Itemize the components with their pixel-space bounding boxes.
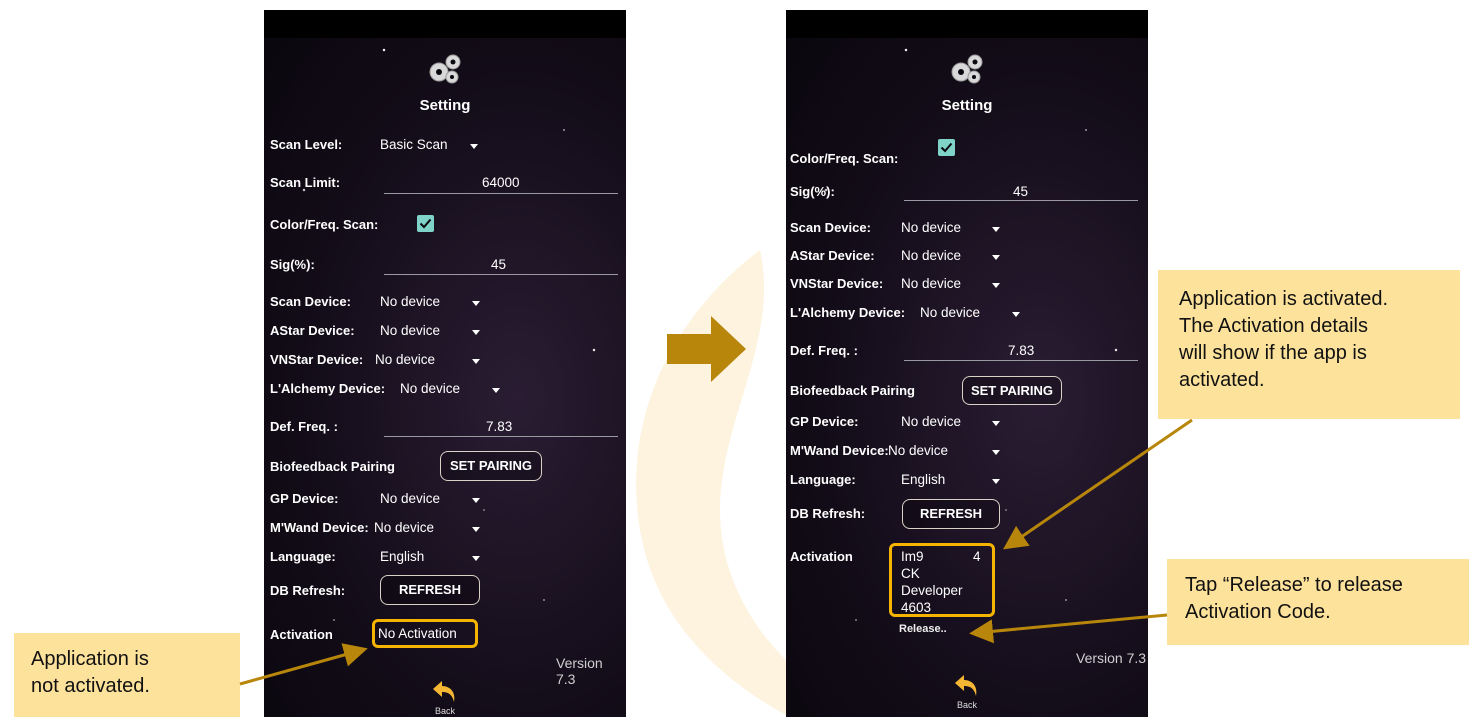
activated-connector <box>1003 418 1193 550</box>
not-activated-connector <box>239 643 368 686</box>
release-connector <box>969 613 1168 644</box>
callout-connectors <box>239 418 1193 686</box>
